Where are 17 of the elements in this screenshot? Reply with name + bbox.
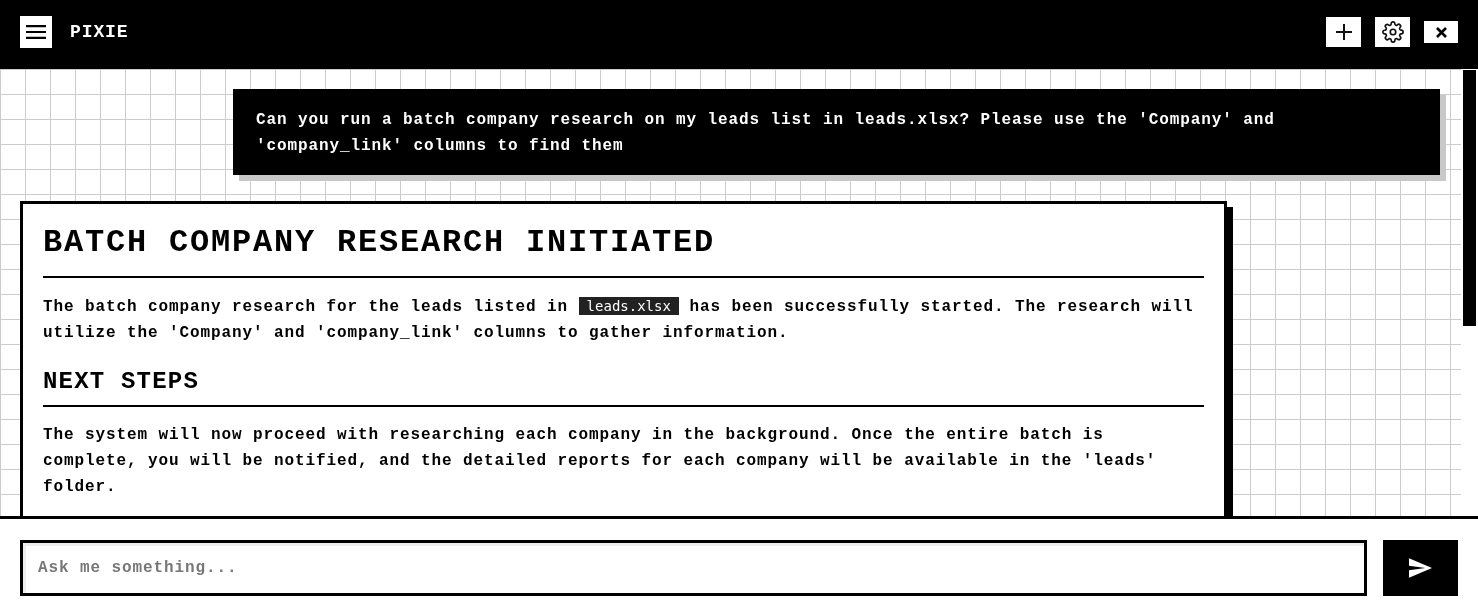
send-icon (1409, 558, 1432, 578)
new-chat-button[interactable] (1326, 17, 1361, 47)
send-button[interactable] (1383, 540, 1458, 596)
response-heading: BATCH COMPANY RESEARCH INITIATED (43, 224, 717, 262)
scrollbar-thumb[interactable] (1463, 70, 1476, 326)
menu-button[interactable] (20, 16, 52, 48)
message-input[interactable]: Ask me something... (20, 540, 1367, 596)
plus-icon (1335, 24, 1352, 40)
section-heading: NEXT STEPS (43, 367, 201, 396)
app-title: PIXIE (70, 20, 129, 44)
settings-button[interactable] (1375, 17, 1410, 47)
message-paragraph: The system will now proceed with researching each company in the background. Once the entire batch is complete, you will be notified, and the detailed reports for each company will be available in the 'leads' folder. (43, 425, 1158, 498)
menu-icon (26, 25, 46, 39)
settings-icon (1381, 21, 1404, 43)
close-button[interactable] (1424, 21, 1458, 43)
close-icon (1435, 26, 1447, 38)
message-paragraph: The batch company research for the leads listed in leads.xlsx has been successfully started. The research will utilize the 'Company' and 'company_link' columns to gather information. (43, 296, 1195, 344)
